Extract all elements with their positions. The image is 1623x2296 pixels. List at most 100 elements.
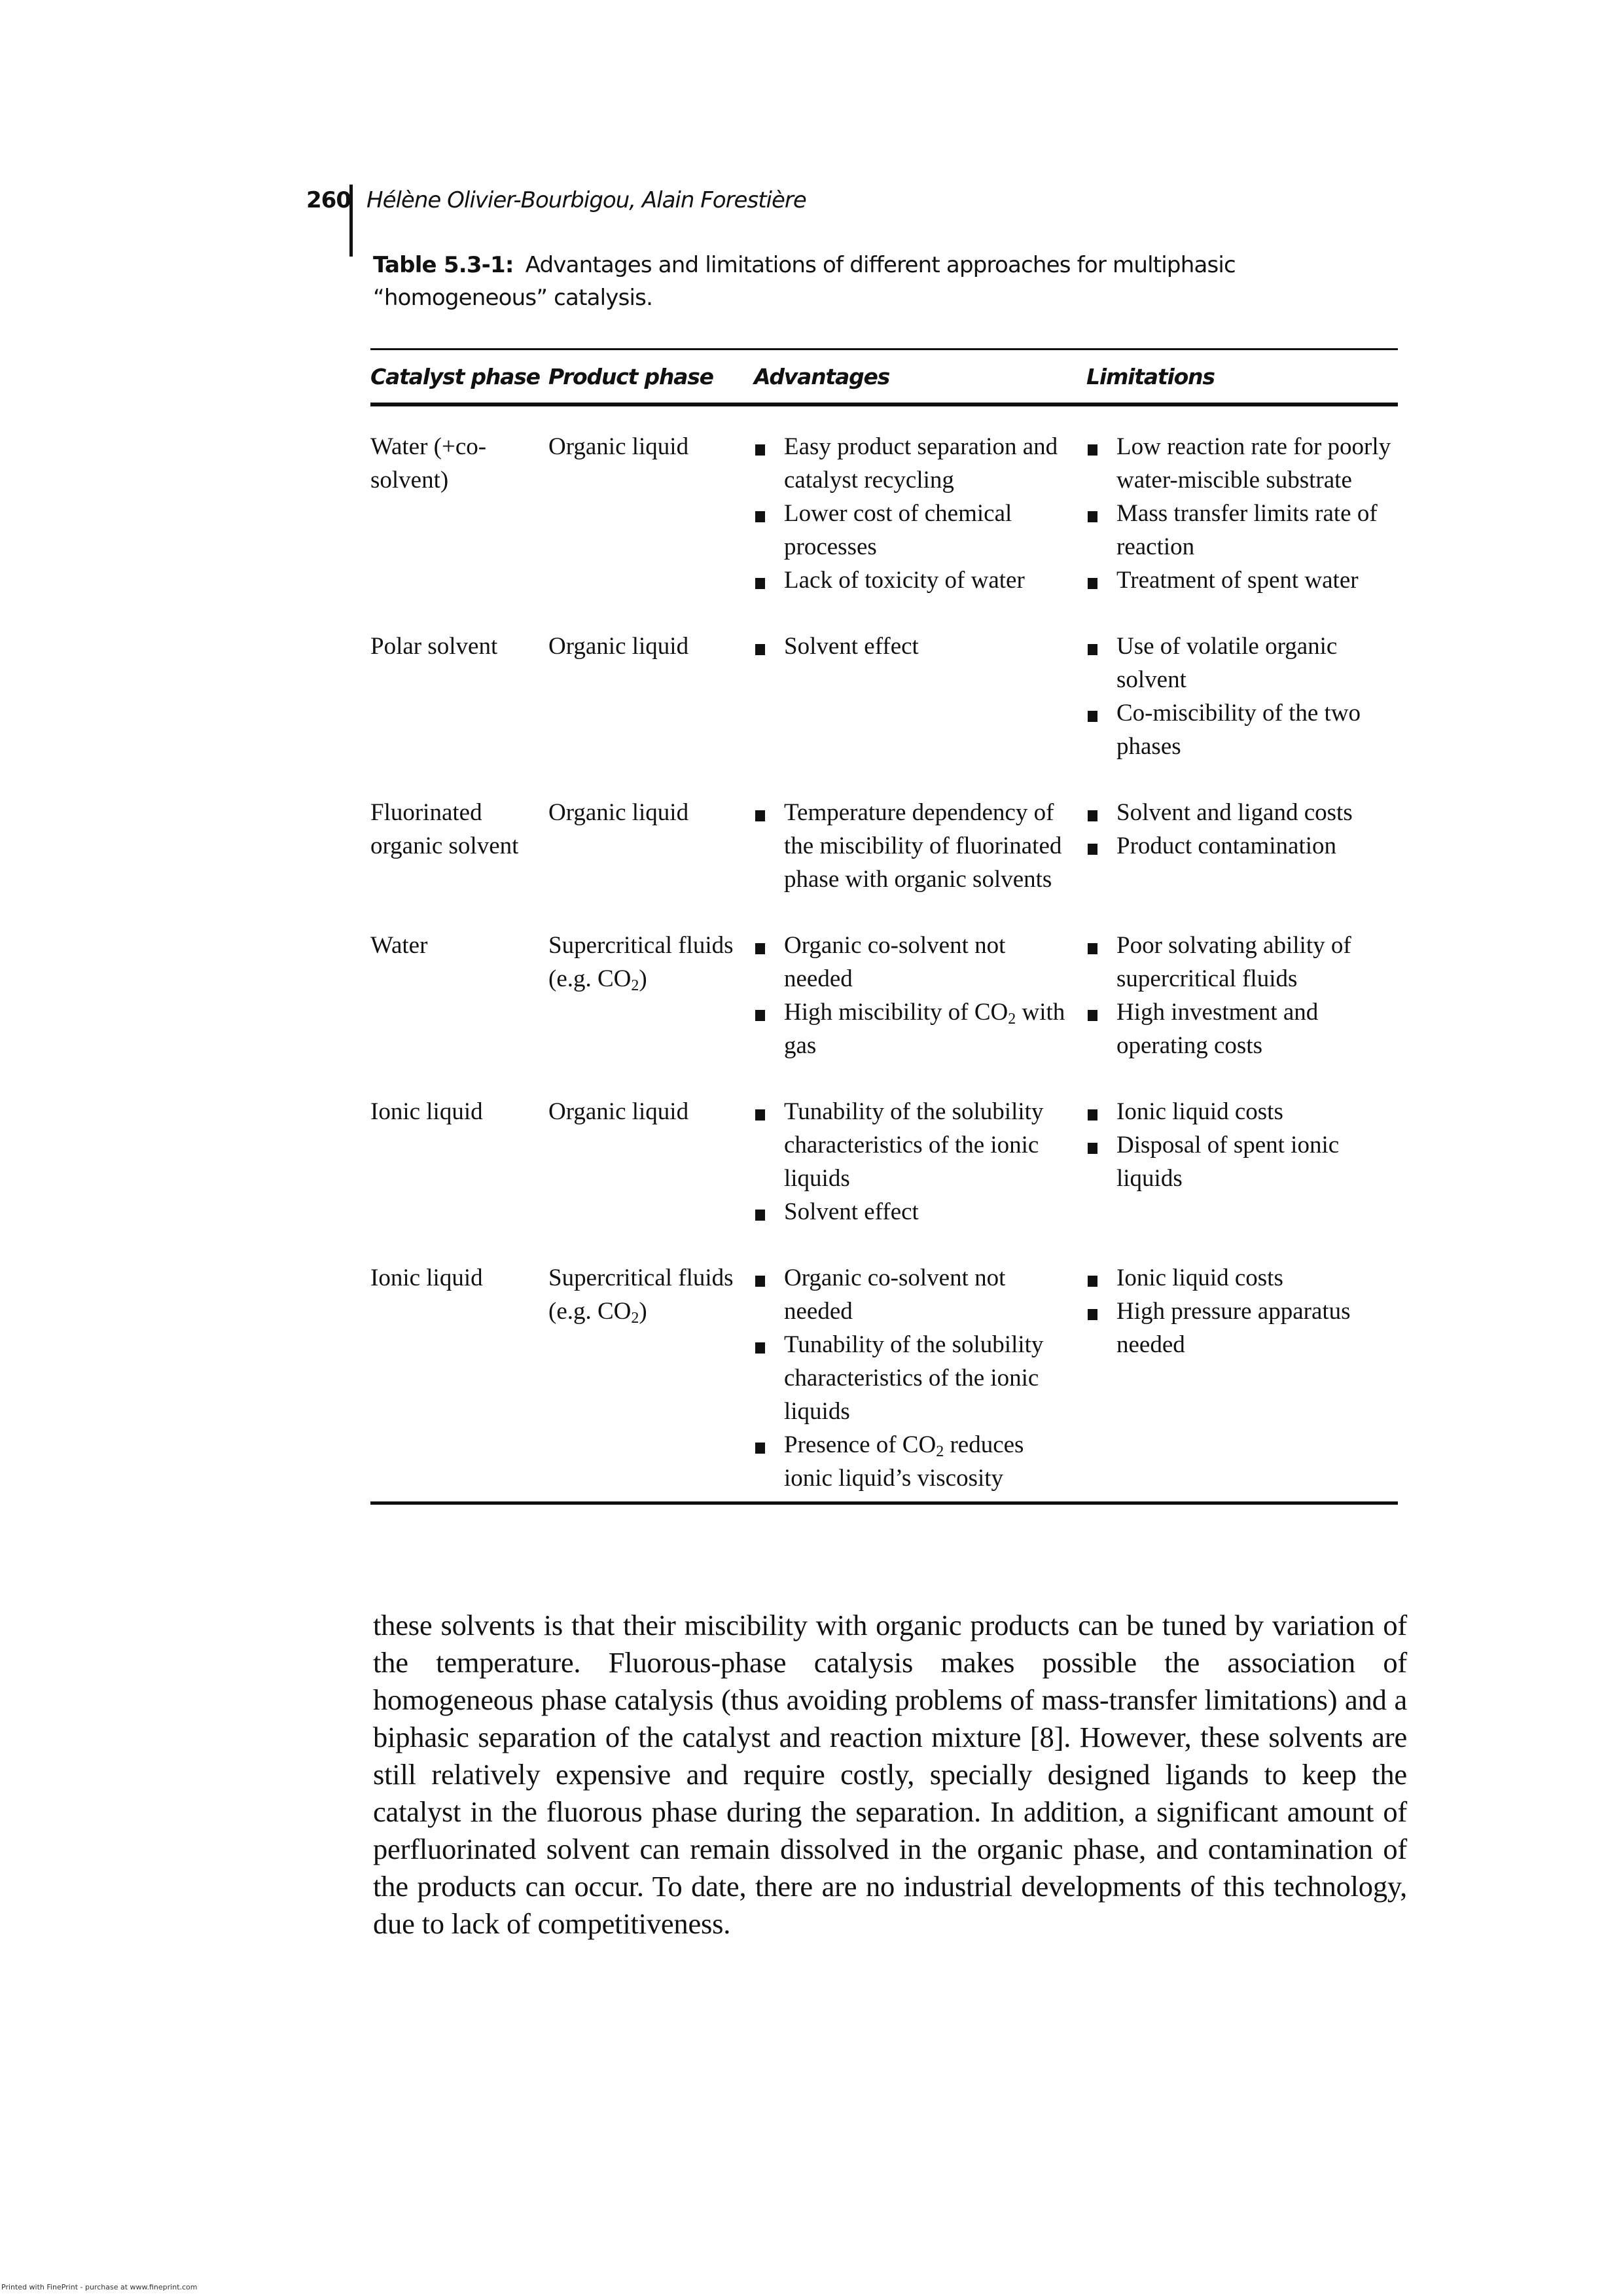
limitation-item: Disposal of spent ionic liquids [1086, 1128, 1398, 1195]
square-bullet-icon [1088, 444, 1097, 456]
limitation-list: Solvent and ligand costs Product contamin… [1086, 796, 1398, 863]
limitation-item: Ionic liquid costs [1086, 1095, 1398, 1128]
table-caption-label: Table 5.3-1: [373, 252, 514, 278]
product-phase-text: Organic liquid [548, 633, 689, 660]
advantage-list: Tunability of the solubility characteris… [754, 1095, 1086, 1229]
advantage-item: Presence of CO2 reduces ionic liquid’s v… [754, 1428, 1086, 1495]
body-paragraph: these solvents is that their miscibility… [373, 1609, 1407, 1940]
limitation-list: Low reaction rate for poorly water-misci… [1086, 430, 1398, 597]
table-caption: Table 5.3-1: Advantages and limitations o… [373, 249, 1355, 314]
advantage-list: Solvent effect [754, 630, 1086, 663]
product-phase-text: Organic liquid [548, 1098, 689, 1125]
square-bullet-icon [1088, 1309, 1097, 1320]
cell-limitations: Ionic liquid costs High pressure apparatu… [1086, 1261, 1398, 1495]
advantage-item: Temperature dependency of the miscibilit… [754, 796, 1086, 896]
square-bullet-icon [1088, 810, 1097, 821]
running-head-rule [349, 185, 353, 257]
cell-advantages: Organic co-solvent not needed High miscib… [754, 929, 1086, 1062]
running-head-authors: Hélène Olivier-Bourbigou, Alain Forestiè… [366, 187, 807, 213]
square-bullet-icon [1088, 511, 1097, 522]
square-bullet-icon [755, 1109, 765, 1121]
limitation-text: Solvent and ligand costs [1116, 799, 1353, 826]
advantage-list: Temperature dependency of the miscibilit… [754, 796, 1086, 896]
square-bullet-icon [755, 943, 765, 954]
advantage-text: Organic co-solvent not needed [784, 1265, 1006, 1325]
advantage-item: Solvent effect [754, 1195, 1086, 1229]
limitation-list: Ionic liquid costs High pressure apparatu… [1086, 1261, 1398, 1361]
advantage-item: Lower cost of chemical processes [754, 497, 1086, 564]
square-bullet-icon [755, 444, 765, 456]
square-bullet-icon [1088, 578, 1097, 589]
square-bullet-icon [755, 578, 765, 589]
cell-advantages: Temperature dependency of the miscibilit… [754, 796, 1086, 896]
limitation-item: Use of volatile organic solvent [1086, 630, 1398, 696]
cell-product-phase: Supercritical fluids (e.g. CO2) [548, 929, 754, 1062]
limitation-item: High investment and operating costs [1086, 996, 1398, 1062]
cell-limitations: Use of volatile organic solvent Co-miscib… [1086, 630, 1398, 763]
catalyst-phase-text: Ionic liquid [370, 1098, 483, 1125]
advantage-text: Lower cost of chemical processes [784, 500, 1012, 560]
advantage-text: Lack of toxicity of water [784, 567, 1025, 594]
table-body: Water (+co-solvent) Organic liquid Easy pr… [370, 406, 1398, 1501]
square-bullet-icon [755, 644, 765, 655]
cell-product-phase: Supercritical fluids (e.g. CO2) [548, 1261, 754, 1495]
page-number: 260 [306, 187, 351, 213]
square-bullet-icon [755, 1342, 765, 1354]
cell-limitations: Poor solvating ability of supercritical … [1086, 929, 1398, 1062]
square-bullet-icon [1088, 1276, 1097, 1287]
square-bullet-icon [1088, 1010, 1097, 1021]
advantage-item: High miscibility of CO2 with gas [754, 996, 1086, 1062]
advantage-text: Tunability of the solubility characteris… [784, 1098, 1044, 1192]
advantage-item: Easy product separation and catalyst rec… [754, 430, 1086, 497]
limitation-text: Product contamination [1116, 833, 1337, 859]
square-bullet-icon [755, 1443, 765, 1454]
advantage-item: Organic co-solvent not needed [754, 929, 1086, 996]
table-row: Polar solvent Organic liquid Solvent effec… [370, 630, 1398, 763]
square-bullet-icon [755, 511, 765, 522]
limitation-item: Mass transfer limits rate of reaction [1086, 497, 1398, 564]
table-row: Ionic liquid Organic liquid Tunability of … [370, 1095, 1398, 1229]
advantage-list: Organic co-solvent not needed Tunability … [754, 1261, 1086, 1495]
limitation-text: Mass transfer limits rate of reaction [1116, 500, 1378, 560]
advantage-text: Presence of CO2 reduces ionic liquid’s v… [784, 1431, 1024, 1492]
advantage-text: Solvent effect [784, 1198, 919, 1225]
advantage-text: Easy product separation and catalyst rec… [784, 433, 1058, 493]
cell-advantages: Tunability of the solubility characteris… [754, 1095, 1086, 1229]
limitation-item: High pressure apparatus needed [1086, 1295, 1398, 1361]
limitation-item: Ionic liquid costs [1086, 1261, 1398, 1295]
advantage-item: Lack of toxicity of water [754, 564, 1086, 597]
advantage-item: Tunability of the solubility characteris… [754, 1328, 1086, 1428]
limitation-text: Ionic liquid costs [1116, 1265, 1283, 1291]
limitation-text: High pressure apparatus needed [1116, 1298, 1351, 1358]
limitation-item: Product contamination [1086, 829, 1398, 863]
cell-catalyst-phase: Water (+co-solvent) [370, 430, 548, 597]
cell-catalyst-phase: Water [370, 929, 548, 1062]
product-phase-text: Organic liquid [548, 433, 689, 460]
limitation-text: Use of volatile organic solvent [1116, 633, 1338, 693]
header-limitations: Limitations [1086, 363, 1215, 389]
catalyst-phase-text: Ionic liquid [370, 1265, 483, 1291]
catalyst-phase-text: Water (+co-solvent) [370, 433, 487, 493]
limitation-list: Poor solvating ability of supercritical … [1086, 929, 1398, 1062]
limitation-list: Ionic liquid costs Disposal of spent ioni… [1086, 1095, 1398, 1195]
square-bullet-icon [1088, 943, 1097, 954]
advantage-text: High miscibility of CO2 with gas [784, 999, 1065, 1059]
cell-product-phase: Organic liquid [548, 630, 754, 763]
catalyst-phase-text: Water [370, 932, 428, 959]
advantage-item: Tunability of the solubility characteris… [754, 1095, 1086, 1195]
cell-catalyst-phase: Ionic liquid [370, 1095, 548, 1229]
product-phase-text: Supercritical fluids (e.g. CO2) [548, 1265, 734, 1327]
header-advantages: Advantages [754, 363, 890, 389]
square-bullet-icon [755, 1210, 765, 1221]
printer-footer-note: Printed with FinePrint - purchase at www… [1, 2283, 198, 2291]
limitation-text: Low reaction rate for poorly water-misci… [1116, 433, 1391, 493]
square-bullet-icon [1088, 644, 1097, 655]
square-bullet-icon [1088, 1109, 1097, 1121]
product-phase-text: Supercritical fluids (e.g. CO2) [548, 932, 734, 994]
cell-catalyst-phase: Ionic liquid [370, 1261, 548, 1495]
limitation-item: Co-miscibility of the two phases [1086, 696, 1398, 763]
catalyst-phase-text: Polar solvent [370, 633, 498, 660]
advantage-list: Easy product separation and catalyst rec… [754, 430, 1086, 597]
table-row: Water Supercritical fluids (e.g. CO2) Orga… [370, 929, 1398, 1062]
square-bullet-icon [755, 810, 765, 821]
